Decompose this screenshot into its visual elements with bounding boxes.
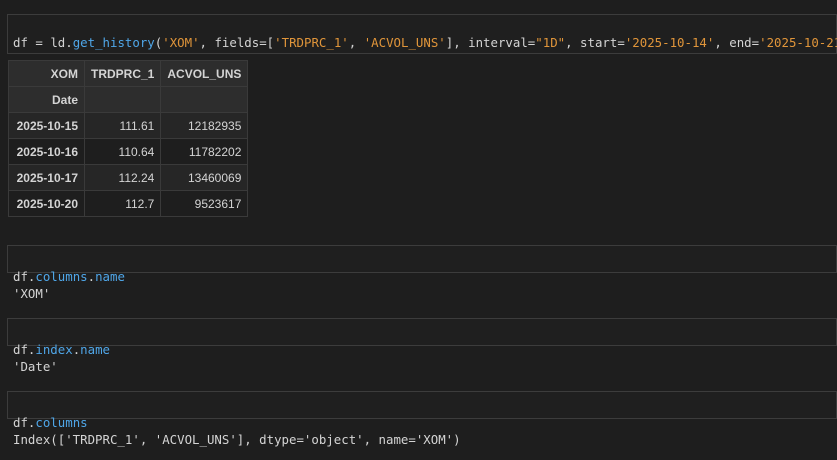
output-index-name: 'Date': [13, 359, 58, 374]
empty-header-cell: [160, 86, 249, 113]
code-cell-get-history[interactable]: df = ld.get_history('XOM', fields=['TRDP…: [7, 14, 837, 86]
output-columns-name: 'XOM': [13, 286, 51, 301]
table-header-row: XOM TRDPRC_1 ACVOL_UNS: [8, 60, 249, 87]
code-cell-index-name[interactable]: df.index.name: [7, 318, 837, 357]
index-name-header: Date: [8, 86, 85, 113]
trdprc-cell: 110.64: [83, 138, 162, 165]
table-row: 2025-10-16 110.64 11782202: [8, 138, 249, 165]
trdprc-cell: 111.61: [83, 112, 162, 139]
table-row: 2025-10-20 112.7 9523617: [8, 190, 249, 217]
code-line-1: df = ld.get_history('XOM', fields=['TRDP…: [13, 35, 837, 50]
index-name-row: Date: [8, 86, 249, 113]
acvol-cell: 9523617: [160, 190, 249, 217]
table-row: 2025-10-15 111.61 12182935: [8, 112, 249, 139]
trdprc-cell: 112.24: [83, 164, 162, 191]
index-date-cell: 2025-10-15: [8, 112, 85, 139]
index-date-cell: 2025-10-17: [8, 164, 85, 191]
acvol-cell: 12182935: [160, 112, 249, 139]
table-row: 2025-10-17 112.24 13460069: [8, 164, 249, 191]
empty-header-cell: [83, 86, 162, 113]
trdprc-cell: 112.7: [83, 190, 162, 217]
dataframe-output: XOM TRDPRC_1 ACVOL_UNS Date 2025-10-15 1…: [8, 60, 249, 217]
code-cell-columns-name[interactable]: df.columns.name: [7, 245, 837, 284]
code-cell-columns[interactable]: df.columns: [7, 391, 837, 430]
columns-name-header: XOM: [8, 60, 85, 87]
column-header-acvol: ACVOL_UNS: [160, 60, 249, 87]
column-header-trdprc: TRDPRC_1: [83, 60, 162, 87]
output-columns: Index(['TRDPRC_1', 'ACVOL_UNS'], dtype='…: [13, 432, 461, 447]
index-date-cell: 2025-10-20: [8, 190, 85, 217]
index-date-cell: 2025-10-16: [8, 138, 85, 165]
acvol-cell: 11782202: [160, 138, 249, 165]
acvol-cell: 13460069: [160, 164, 249, 191]
